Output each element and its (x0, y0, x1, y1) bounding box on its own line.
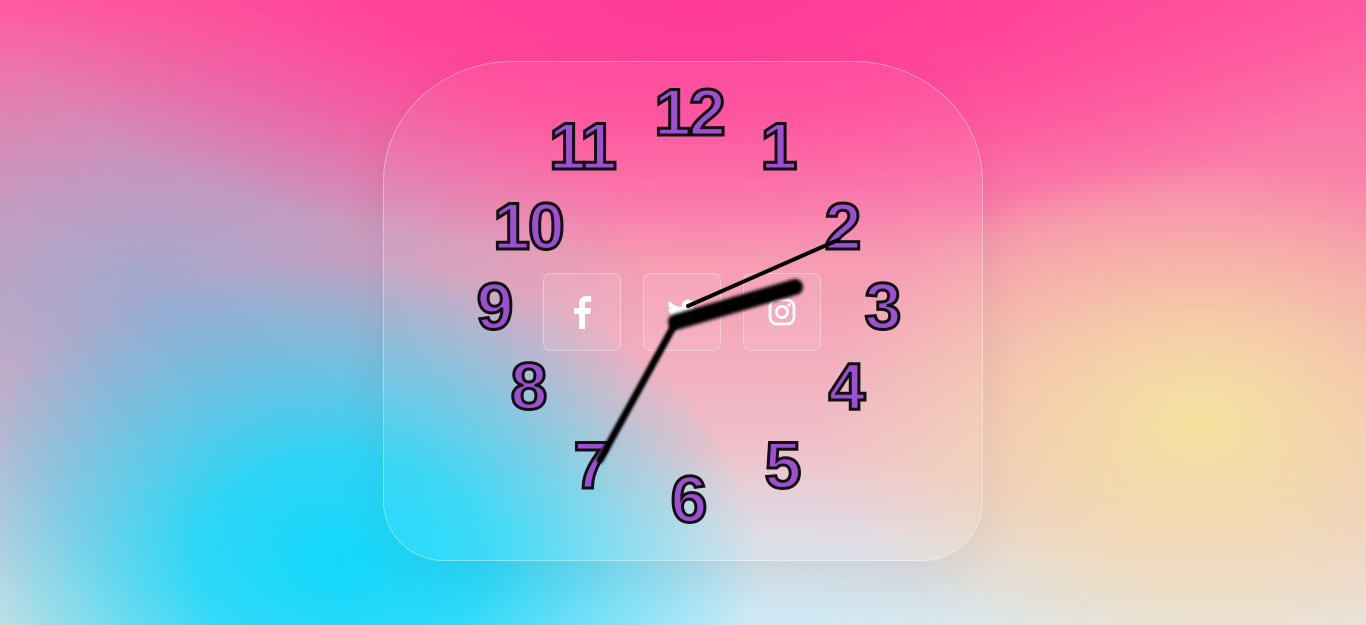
numeral-10: 10 (492, 189, 566, 263)
numeral-3: 3 (863, 269, 903, 343)
instagram-button[interactable] (743, 273, 821, 351)
numeral-8: 8 (509, 349, 549, 423)
instagram-icon (768, 298, 796, 326)
numeral-6: 6 (669, 462, 709, 536)
twitter-button[interactable] (643, 273, 721, 351)
numeral-2: 2 (823, 189, 863, 263)
numeral-9: 9 (475, 269, 515, 343)
numeral-1: 1 (759, 109, 799, 183)
facebook-button[interactable] (543, 273, 621, 351)
facebook-icon (574, 296, 592, 329)
numeral-5: 5 (763, 428, 803, 502)
numeral-7: 7 (572, 428, 612, 502)
numeral-11: 11 (548, 109, 619, 183)
twitter-icon (667, 299, 697, 324)
numeral-12: 12 (653, 75, 727, 149)
numeral-4: 4 (827, 349, 867, 423)
